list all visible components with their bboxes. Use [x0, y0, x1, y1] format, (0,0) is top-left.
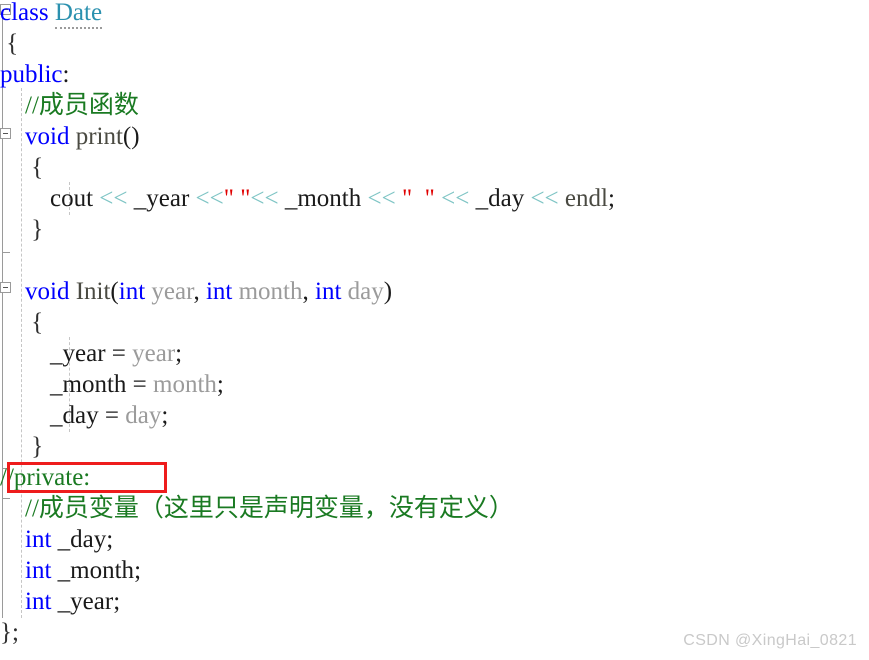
code-token: :: [62, 61, 70, 88]
code-token: <<: [195, 185, 224, 212]
code-token: //成员变量（这里只是声明变量，没有定义）: [0, 495, 514, 522]
code-token: endl: [564, 185, 608, 212]
line-assign-year[interactable]: _year = year;: [0, 339, 182, 370]
code-token: year: [132, 340, 176, 367]
code-token: ;: [175, 340, 183, 367]
code-token: Date: [54, 0, 103, 29]
code-token: <<: [441, 185, 470, 212]
code-editor-screenshot: class Date {public: //成员函数 void print() …: [0, 0, 869, 660]
code-token: " ": [223, 185, 251, 212]
code-token: ): [383, 278, 393, 305]
line-comment-member-variables[interactable]: //成员变量（这里只是声明变量，没有定义）: [0, 494, 514, 525]
code-token: _year: [57, 588, 114, 615]
code-token: ,: [193, 278, 206, 305]
code-token: ;: [216, 371, 224, 398]
code-token: _day: [475, 185, 525, 212]
code-token: {: [0, 309, 44, 336]
line-open-brace-print[interactable]: {: [0, 153, 43, 184]
code-token: public: [0, 61, 63, 88]
line-open-brace-init[interactable]: {: [0, 308, 43, 339]
code-token: print: [75, 123, 123, 150]
code-token: int: [205, 278, 233, 305]
line-open-brace-class[interactable]: {: [0, 29, 18, 60]
code-token: =: [98, 402, 126, 429]
code-token: };: [0, 619, 19, 646]
code-text-area[interactable]: class Date {public: //成员函数 void print() …: [0, 0, 869, 660]
code-token: _month: [50, 371, 127, 398]
code-token: (: [110, 278, 119, 305]
code-token: <<: [367, 185, 396, 212]
code-token: //private:: [0, 464, 91, 491]
code-token: =: [126, 371, 154, 398]
code-token: int: [118, 278, 146, 305]
line-int-year[interactable]: int _year;: [0, 587, 120, 618]
line-assign-day[interactable]: _day = day;: [0, 401, 168, 432]
code-token: ;: [161, 402, 169, 429]
line-public[interactable]: public:: [0, 60, 69, 91]
code-token: int: [25, 557, 52, 584]
code-token: void: [25, 278, 70, 305]
code-token: _year: [133, 185, 190, 212]
code-token: ;: [607, 185, 615, 212]
code-token: month: [238, 278, 303, 305]
line-int-day[interactable]: int _day;: [0, 525, 113, 556]
code-token: {: [0, 30, 19, 57]
code-token: _month: [284, 185, 362, 212]
code-token: {: [0, 154, 44, 181]
line-void-print[interactable]: void print(): [0, 122, 140, 153]
line-assign-month[interactable]: _month = month;: [0, 370, 224, 401]
line-void-init[interactable]: void Init(int year, int month, int day): [0, 277, 392, 308]
code-token: _year: [50, 340, 106, 367]
code-token: day: [347, 278, 384, 305]
csdn-watermark: CSDN @XingHai_0821: [683, 632, 857, 649]
code-token: ;: [106, 526, 114, 553]
code-token: cout: [50, 185, 94, 212]
code-token: (): [122, 123, 140, 150]
code-token: Init: [75, 278, 111, 305]
code-token: _day: [50, 402, 99, 429]
line-close-brace-print[interactable]: }: [0, 215, 43, 246]
code-token: int: [25, 526, 52, 553]
code-token: day: [125, 402, 162, 429]
code-token: }: [0, 433, 44, 460]
code-token: " ": [401, 185, 435, 212]
code-token: //成员函数: [0, 92, 139, 119]
code-token: <<: [250, 185, 279, 212]
code-token: <<: [99, 185, 128, 212]
line-close-brace-init[interactable]: }: [0, 432, 43, 463]
line-comment-member-functions[interactable]: //成员函数: [0, 91, 139, 122]
code-token: <<: [530, 185, 559, 212]
code-token: ;: [134, 557, 142, 584]
code-token: class: [0, 0, 49, 26]
code-token: int: [25, 588, 52, 615]
line-close-class[interactable]: };: [0, 618, 19, 649]
code-token: void: [25, 123, 70, 150]
code-token: =: [105, 340, 133, 367]
code-token: year: [151, 278, 194, 305]
code-token: ,: [302, 278, 315, 305]
code-token: month: [153, 371, 217, 398]
code-token: }: [0, 216, 44, 243]
code-token: ;: [113, 588, 121, 615]
line-class-date[interactable]: class Date: [0, 0, 103, 29]
code-token: _day: [57, 526, 107, 553]
line-int-month[interactable]: int _month;: [0, 556, 141, 587]
line-comment-private[interactable]: //private:: [0, 463, 90, 494]
code-token: int: [315, 278, 342, 305]
line-cout-statement[interactable]: cout << _year <<" "<< _month << " " << _…: [0, 184, 615, 215]
code-token: _month: [57, 557, 135, 584]
